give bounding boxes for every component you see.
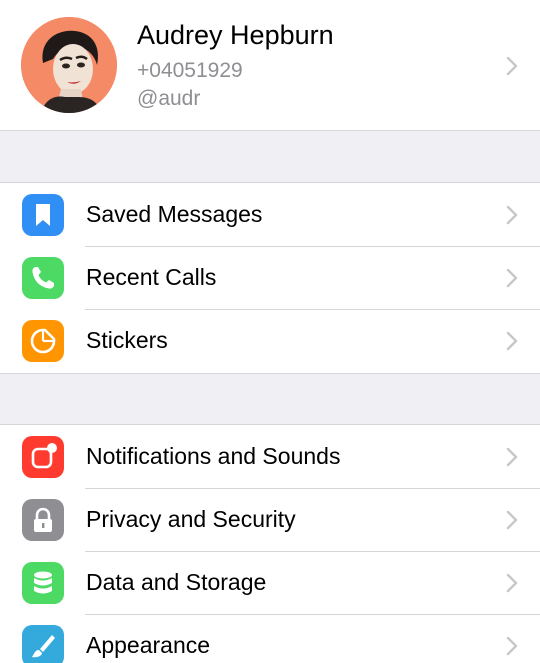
settings-row-label: Recent Calls [86,264,217,290]
chevron-right-icon [506,205,518,225]
notification-badge-icon [22,436,64,478]
settings-row-privacy[interactable]: Privacy and Security [0,488,540,551]
settings-row-label: Privacy and Security [86,506,296,532]
settings-group-shortcuts: Saved Messages Recent Calls Stickers [0,182,540,374]
settings-row-saved-messages[interactable]: Saved Messages [0,183,540,246]
settings-row-stickers[interactable]: Stickers [0,309,540,372]
database-icon [22,562,64,604]
lock-icon [22,499,64,541]
profile-username: @audr [137,87,201,110]
sticker-icon [22,320,64,362]
settings-row-label: Stickers [86,327,168,353]
bookmark-icon [22,194,64,236]
chevron-right-icon [506,510,518,530]
settings-group-preferences: Notifications and Sounds Privacy and Sec… [0,424,540,663]
chevron-right-icon [506,573,518,593]
settings-row-label: Notifications and Sounds [86,443,341,469]
chevron-right-icon [506,56,518,76]
settings-row-appearance[interactable]: Appearance [0,614,540,663]
profile-avatar[interactable] [21,17,117,113]
settings-row-label: Saved Messages [86,201,263,227]
profile-phone: +04051929 [137,59,243,82]
brush-icon [22,625,64,663]
settings-screen: Audrey Hepburn +04051929 @audr Saved Mes… [0,0,540,663]
settings-row-label: Appearance [86,632,211,658]
settings-row-label: Data and Storage [86,569,267,595]
settings-row-notifications[interactable]: Notifications and Sounds [0,425,540,488]
settings-row-data-storage[interactable]: Data and Storage [0,551,540,614]
chevron-right-icon [506,447,518,467]
chevron-right-icon [506,268,518,288]
chevron-right-icon [506,331,518,351]
settings-row-recent-calls[interactable]: Recent Calls [0,246,540,309]
chevron-right-icon [506,636,518,656]
phone-icon [22,257,64,299]
profile-name: Audrey Hepburn [137,20,334,50]
profile-header[interactable]: Audrey Hepburn +04051929 @audr [0,0,540,131]
